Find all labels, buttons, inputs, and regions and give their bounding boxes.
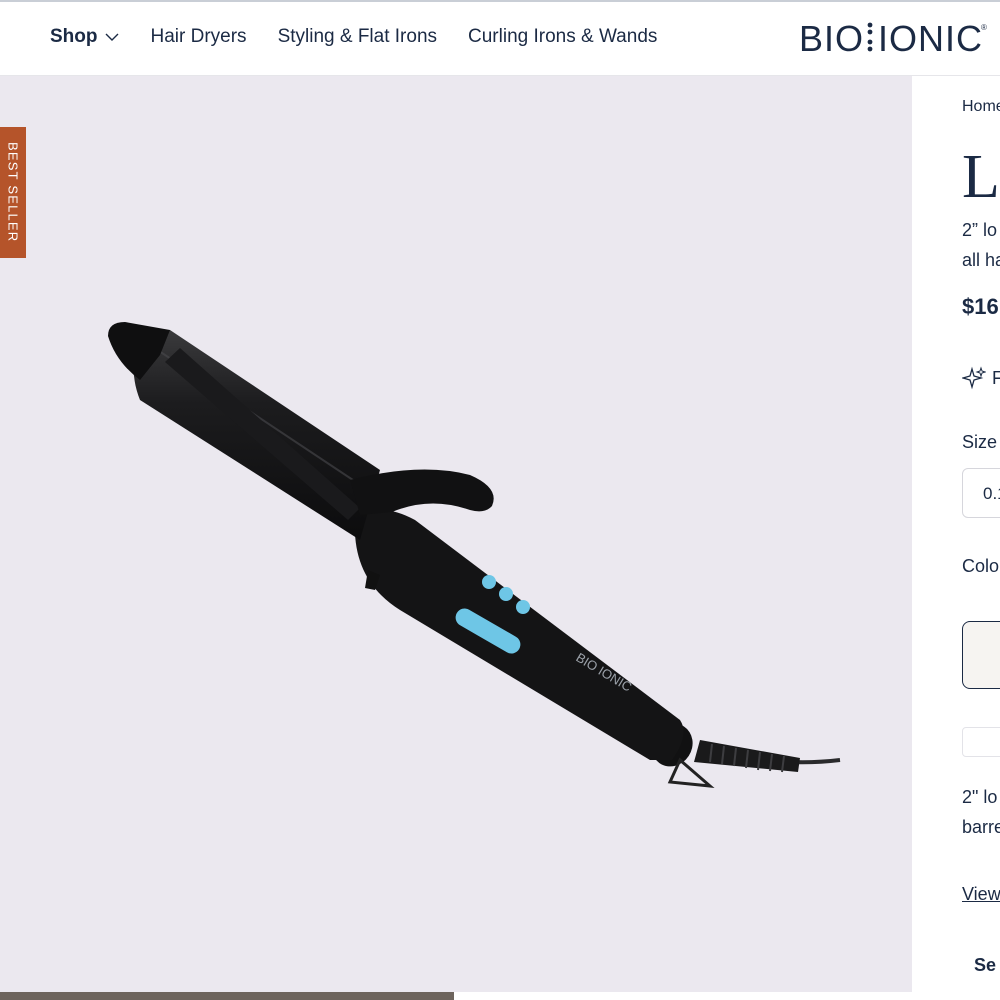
nav-styling-flat-irons[interactable]: Styling & Flat Irons: [278, 26, 437, 48]
brand-logo[interactable]: BIO IONIC ®: [799, 16, 989, 60]
product-title: Lo: [962, 143, 1000, 211]
color-label: Colo: [962, 556, 1000, 576]
product-description-line2: barre: [962, 817, 1000, 837]
best-seller-badge: BEST SELLER: [0, 127, 26, 258]
product-description-line1: 2" lo: [962, 787, 998, 807]
sparkle-icon: [962, 366, 986, 390]
size-option-value: 0.1: [983, 484, 1000, 503]
best-seller-label: BEST SELLER: [5, 142, 21, 243]
color-swatch[interactable]: [962, 621, 1000, 689]
svg-text:®: ®: [981, 23, 987, 32]
size-label: Size: [962, 432, 998, 452]
size-option[interactable]: 0.1: [962, 468, 1000, 518]
chevron-down-icon: [105, 33, 118, 41]
svg-text:IONIC: IONIC: [878, 18, 983, 59]
product-feature-text: F: [992, 368, 1000, 388]
product-subtitle-line2: all ha: [962, 250, 1000, 270]
view-details-link[interactable]: View: [962, 884, 1000, 905]
product-price: $16: [962, 294, 999, 319]
gallery-thumbnail[interactable]: [0, 992, 454, 1000]
main-nav: Shop Hair Dryers Styling & Flat Irons Cu…: [50, 26, 688, 48]
product-gallery[interactable]: BIO IONIC BEST SELLER: [0, 76, 912, 992]
nav-shop[interactable]: Shop: [50, 26, 120, 48]
nav-hair-dryers[interactable]: Hair Dryers: [151, 26, 247, 48]
svg-text:BIO: BIO: [799, 18, 864, 59]
site-header: Shop Hair Dryers Styling & Flat Irons Cu…: [0, 0, 1000, 76]
product-info-panel: Home Lo 2” lo all ha $16 F Size 0.1 Colo…: [912, 76, 1000, 1000]
nav-curling-irons-wands[interactable]: Curling Irons & Wands: [468, 26, 657, 48]
see-more-link[interactable]: Se: [974, 955, 996, 976]
product-image-curling-iron: BIO IONIC: [108, 322, 841, 788]
product-subtitle-line1: 2” lo: [962, 220, 998, 240]
option-box[interactable]: [962, 727, 1000, 757]
nav-shop-label: Shop: [50, 26, 98, 47]
breadcrumb-home[interactable]: Home: [962, 98, 1000, 116]
